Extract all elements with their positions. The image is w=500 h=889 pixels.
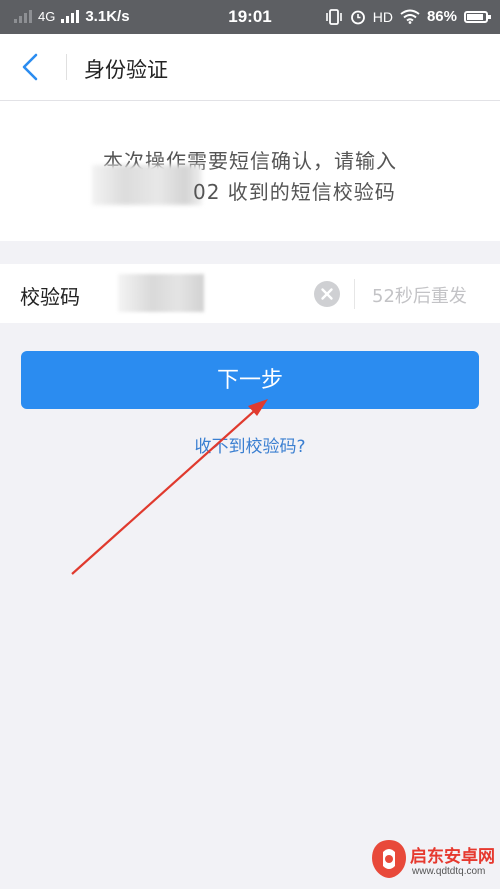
sms-info-line1: 本次操作需要短信确认，请输入 (103, 149, 397, 173)
vibrate-icon (325, 8, 342, 25)
chevron-left-icon (22, 53, 38, 81)
hd-indicator: HD (372, 8, 393, 25)
sms-info-panel: 本次操作需要短信确认，请输入 02 收到的短信校验码 (0, 101, 500, 241)
status-bar: 4G 3.1K/s 19:01 HD 86% (0, 0, 500, 34)
masked-phone-number (92, 165, 202, 205)
watermark-url: www.qdtdtq.com (412, 866, 486, 877)
status-right: HD 86% (325, 8, 491, 25)
battery-percent: 86% (426, 8, 457, 25)
back-button[interactable] (14, 49, 54, 85)
clear-icon (321, 288, 333, 300)
next-step-button[interactable]: 下一步 (21, 351, 479, 409)
sms-info-line2: 02 收到的短信校验码 (193, 180, 396, 204)
nav-divider (66, 54, 67, 80)
nav-bar: 身份验证 (0, 34, 500, 101)
alarm-icon (350, 10, 365, 24)
battery-icon (464, 10, 491, 23)
watermark-logo-icon (372, 840, 406, 878)
resend-divider (354, 279, 355, 309)
no-code-help-link[interactable]: 收不到校验码? (0, 432, 500, 457)
resend-countdown: 52秒后重发 (372, 286, 467, 307)
wifi-icon (400, 9, 420, 24)
clear-input-button[interactable] (314, 281, 340, 307)
code-label: 校验码 (20, 285, 80, 309)
code-input[interactable] (118, 274, 204, 312)
watermark-name: 启东安卓网 (410, 847, 495, 867)
page-title: 身份验证 (84, 58, 168, 82)
